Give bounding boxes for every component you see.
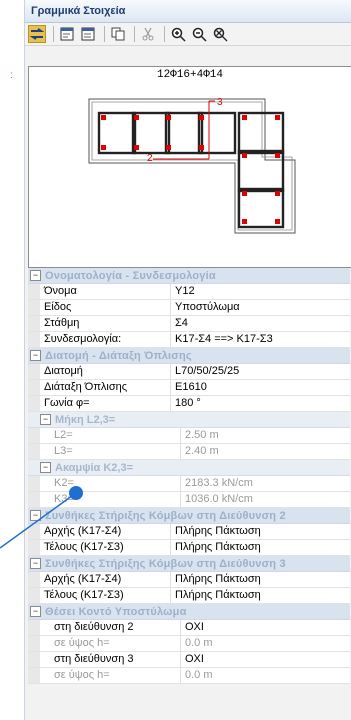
- section-svg: 3 2: [88, 97, 296, 234]
- prop-row-name[interactable]: Όνομα Y12: [28, 284, 350, 300]
- collapse-icon[interactable]: −: [30, 270, 41, 281]
- properties-alt-icon[interactable]: [79, 25, 97, 43]
- prop-row-connectivity[interactable]: Συνδεσμολογία: K17-Σ4 ==> K17-Σ3: [28, 332, 350, 348]
- prop-row-end-dir3[interactable]: Τέλους (K17-Σ3) Πλήρης Πάκτωση: [28, 588, 350, 604]
- toolbar-separator: [53, 26, 54, 42]
- subcategory-lengths[interactable]: − Μήκη L2,3=: [28, 412, 350, 428]
- prop-row-height2[interactable]: σε ύψος h= 0.0 m: [28, 636, 350, 652]
- prop-row-start-dir2[interactable]: Αρχής (K17-Σ4) Πλήρης Πάκτωση: [28, 524, 350, 540]
- prop-row-reinforcement[interactable]: Διάταξη Όπλισης E1610: [28, 380, 350, 396]
- annotation-dot: [69, 486, 83, 500]
- swap-icon[interactable]: [28, 25, 46, 43]
- toolbar-separator: [104, 26, 105, 42]
- toolbar: [25, 23, 351, 46]
- toolbar-separator: [134, 26, 135, 42]
- prop-row-l3[interactable]: L3= 2.40 m: [28, 444, 350, 460]
- panel-title: Γραμμικά Στοιχεία: [25, 0, 351, 23]
- category-section[interactable]: − Διατομή - Διάταξη Όπλισης: [28, 348, 350, 364]
- collapse-icon[interactable]: −: [40, 414, 51, 425]
- collapse-icon[interactable]: −: [30, 350, 41, 361]
- prop-row-start-dir3[interactable]: Αρχής (K17-Σ4) Πλήρης Πάκτωση: [28, 572, 350, 588]
- collapse-icon[interactable]: −: [30, 510, 41, 521]
- prop-row-section[interactable]: Διατομή L70/50/25/25: [28, 364, 350, 380]
- property-grid: − Ονοματολογία - Συνδεσμολογία Όνομα Y12 Ε…: [28, 268, 350, 684]
- properties-icon[interactable]: [58, 25, 76, 43]
- prop-row-dir2[interactable]: στη διεύθυνση 2 OXI: [28, 620, 350, 636]
- reinforcement-label: 12Φ16+4Φ14: [156, 69, 223, 81]
- prop-row-l2[interactable]: L2= 2.50 m: [28, 428, 350, 444]
- copy-icon[interactable]: [109, 25, 127, 43]
- toolbar-separator: [164, 26, 165, 42]
- zoom-fit-icon[interactable]: [211, 25, 229, 43]
- left-strip: [0, 0, 24, 720]
- category-support-dir3[interactable]: − Συνθήκες Στήριξης Κόμβων στη Διεύθυνση …: [28, 556, 350, 572]
- prop-row-dir3[interactable]: στη διεύθυνση 3 OXI: [28, 652, 350, 668]
- rebars: [101, 115, 280, 224]
- prop-row-type[interactable]: Είδος Υποστύλωμα: [28, 300, 350, 316]
- section-drawing[interactable]: 12Φ16+4Φ14 3 2: [28, 66, 351, 268]
- category-support-dir2[interactable]: − Συνθήκες Στήριξης Κόμβων στη Διεύθυνση …: [28, 508, 350, 524]
- collapse-icon[interactable]: −: [30, 558, 41, 569]
- subcategory-stiffness[interactable]: − Ακαμψία K2,3=: [28, 460, 350, 476]
- zoom-in-icon[interactable]: [169, 25, 187, 43]
- collapse-icon[interactable]: −: [30, 606, 41, 617]
- prop-row-angle[interactable]: Γωνία φ= 180 °: [28, 396, 350, 412]
- axis-3-label: 3: [217, 97, 223, 108]
- prop-row-height3[interactable]: σε ύψος h= 0.0 m: [28, 668, 350, 684]
- colon-mark: :: [10, 70, 13, 81]
- cut-icon[interactable]: [139, 25, 157, 43]
- collapse-icon[interactable]: −: [40, 462, 51, 473]
- category-naming[interactable]: − Ονοματολογία - Συνδεσμολογία: [28, 268, 350, 284]
- category-short-column[interactable]: − Θέσει Κοντό Υποστύλωμα: [28, 604, 350, 620]
- prop-row-end-dir2[interactable]: Τέλους (K17-Σ3) Πλήρης Πάκτωση: [28, 540, 350, 556]
- zoom-out-icon[interactable]: [190, 25, 208, 43]
- axis-2-label: 2: [147, 153, 153, 164]
- prop-row-level[interactable]: Στάθμη Σ4: [28, 316, 350, 332]
